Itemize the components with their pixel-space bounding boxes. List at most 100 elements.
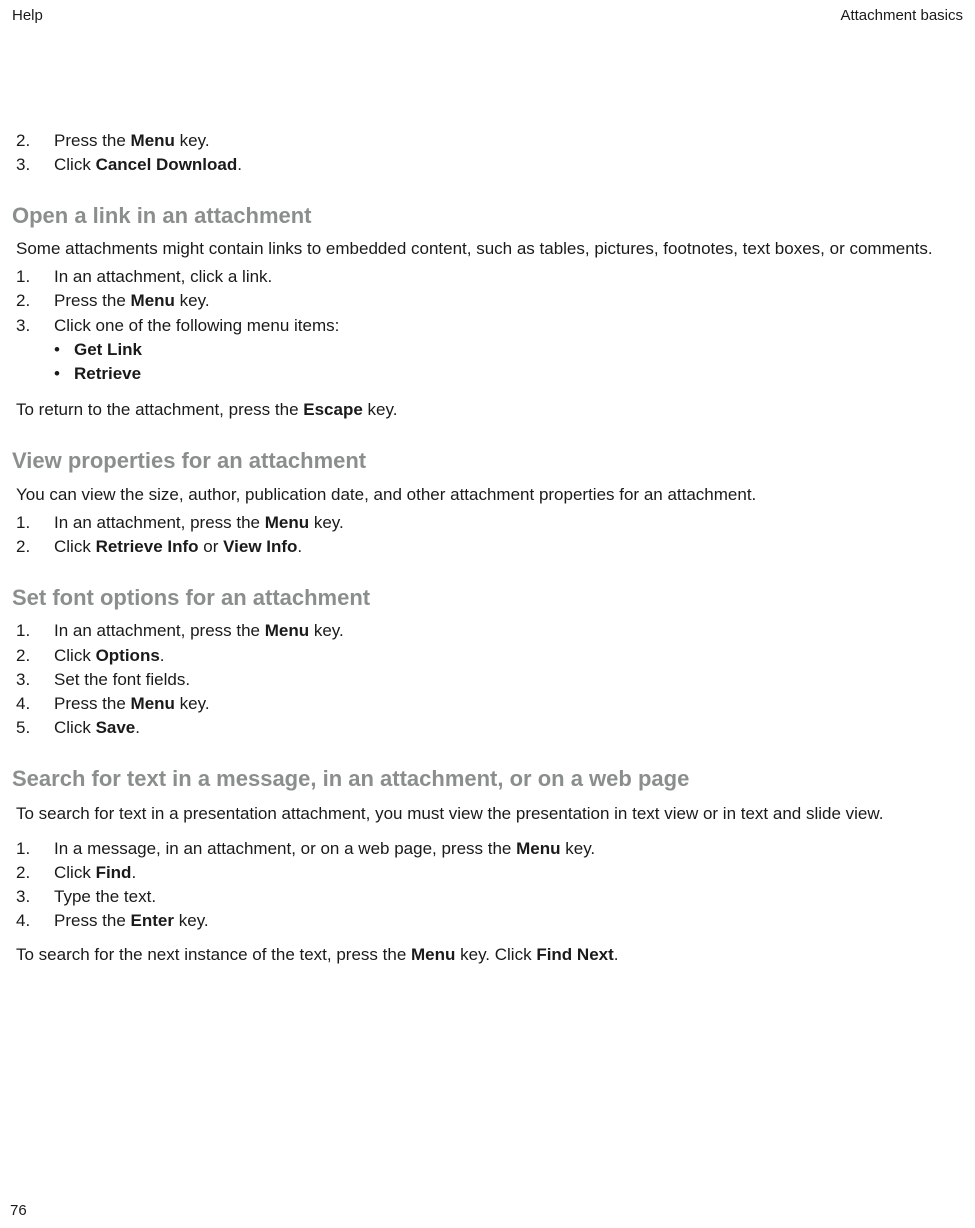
header-right: Attachment basics: [840, 6, 963, 26]
text: key.: [309, 621, 344, 640]
step-number: 2.: [16, 290, 54, 312]
bold-text: Retrieve: [74, 364, 141, 383]
text: or: [199, 537, 224, 556]
text: .: [297, 537, 302, 556]
text: .: [131, 863, 136, 882]
text: Click: [54, 646, 96, 665]
step-text: Click Save.: [54, 717, 963, 739]
bullet-icon: •: [54, 363, 74, 385]
section-title-set-font: Set font options for an attachment: [12, 584, 963, 613]
bold-text: Enter: [131, 911, 174, 930]
text: .: [237, 155, 242, 174]
bold-text: Menu: [411, 945, 455, 964]
text: Click: [54, 155, 96, 174]
step-number: 1.: [16, 838, 54, 860]
header-left: Help: [12, 6, 43, 26]
page-content: 2.Press the Menu key.3.Click Cancel Down…: [12, 26, 963, 967]
list-item: 1.In an attachment, press the Menu key.: [16, 512, 963, 534]
step-text: Press the Menu key.: [54, 693, 963, 715]
list-item: 3.Click one of the following menu items:: [16, 315, 963, 337]
bullet-icon: •: [54, 339, 74, 361]
list-item: •Get Link: [54, 339, 963, 361]
section4-lead: To search for text in a presentation att…: [16, 803, 963, 825]
step-text: In a message, in an attachment, or on a …: [54, 838, 963, 860]
section-title-open-link: Open a link in an attachment: [12, 202, 963, 231]
section-title-view-properties: View properties for an attachment: [12, 447, 963, 476]
text: key.: [363, 400, 398, 419]
step-number: 1.: [16, 512, 54, 534]
step-number: 3.: [16, 315, 54, 337]
page-header: Help Attachment basics: [12, 6, 963, 26]
step-number: 2.: [16, 536, 54, 558]
text: Press the: [54, 911, 131, 930]
list-item: 3.Set the font fields.: [16, 669, 963, 691]
step-text: Press the Enter key.: [54, 910, 963, 932]
list-item: 4.Press the Enter key.: [16, 910, 963, 932]
section1-bullets: •Get Link•Retrieve: [54, 339, 963, 385]
step-text: Press the Menu key.: [54, 290, 963, 312]
bold-text: Find Next: [536, 945, 613, 964]
text: Click: [54, 537, 96, 556]
text: key.: [174, 911, 209, 930]
bold-text: Menu: [131, 694, 175, 713]
list-item: 2.Click Retrieve Info or View Info.: [16, 536, 963, 558]
step-number: 3.: [16, 669, 54, 691]
text: In an attachment, press the: [54, 621, 265, 640]
step-number: 2.: [16, 130, 54, 152]
bold-text: Menu: [516, 839, 560, 858]
bold-text: Find: [96, 863, 132, 882]
step-number: 1.: [16, 266, 54, 288]
list-item: 3.Click Cancel Download.: [16, 154, 963, 176]
text: .: [614, 945, 619, 964]
bullet-text: Retrieve: [74, 363, 141, 385]
bold-text: Escape: [303, 400, 363, 419]
section2-steps: 1.In an attachment, press the Menu key.2…: [16, 512, 963, 558]
text: Press the: [54, 694, 131, 713]
step-text: In an attachment, press the Menu key.: [54, 620, 963, 642]
step-text: In an attachment, press the Menu key.: [54, 512, 963, 534]
step-number: 3.: [16, 154, 54, 176]
section4-steps: 1.In a message, in an attachment, or on …: [16, 838, 963, 932]
bold-text: Save: [96, 718, 136, 737]
section-title-search-text: Search for text in a message, in an atta…: [12, 765, 963, 794]
section4-tail: To search for the next instance of the t…: [16, 944, 963, 966]
list-item: 1.In an attachment, press the Menu key.: [16, 620, 963, 642]
step-number: 4.: [16, 693, 54, 715]
section2-lead: You can view the size, author, publicati…: [16, 484, 963, 506]
bold-text: Get Link: [74, 340, 142, 359]
bullet-text: Get Link: [74, 339, 142, 361]
page-number: 76: [10, 1201, 27, 1221]
intro-steps: 2.Press the Menu key.3.Click Cancel Down…: [16, 130, 963, 176]
text: key.: [309, 513, 344, 532]
text: key.: [175, 291, 210, 310]
bold-text: Cancel Download: [96, 155, 238, 174]
step-number: 3.: [16, 886, 54, 908]
text: key. Click: [455, 945, 536, 964]
text: In an attachment, press the: [54, 513, 265, 532]
section3-steps: 1.In an attachment, press the Menu key.2…: [16, 620, 963, 738]
text: Click one of the following menu items:: [54, 316, 339, 335]
step-text: Click Retrieve Info or View Info.: [54, 536, 963, 558]
text: .: [135, 718, 140, 737]
text: Press the: [54, 291, 131, 310]
text: Press the: [54, 131, 131, 150]
text: key.: [561, 839, 596, 858]
bold-text: Menu: [265, 513, 309, 532]
text: In an attachment, click a link.: [54, 267, 272, 286]
list-item: 1.In a message, in an attachment, or on …: [16, 838, 963, 860]
text: key.: [175, 694, 210, 713]
list-item: 2.Press the Menu key.: [16, 130, 963, 152]
step-text: Click Options.: [54, 645, 963, 667]
list-item: 1.In an attachment, click a link.: [16, 266, 963, 288]
text: To search for the next instance of the t…: [16, 945, 411, 964]
step-text: Click one of the following menu items:: [54, 315, 963, 337]
bold-text: Options: [96, 646, 160, 665]
text: key.: [175, 131, 210, 150]
bold-text: Menu: [265, 621, 309, 640]
section1-steps: 1.In an attachment, click a link.2.Press…: [16, 266, 963, 336]
step-number: 2.: [16, 862, 54, 884]
page: Help Attachment basics 2.Press the Menu …: [0, 0, 975, 1228]
list-item: 3.Type the text.: [16, 886, 963, 908]
step-text: Press the Menu key.: [54, 130, 963, 152]
step-text: Click Cancel Download.: [54, 154, 963, 176]
